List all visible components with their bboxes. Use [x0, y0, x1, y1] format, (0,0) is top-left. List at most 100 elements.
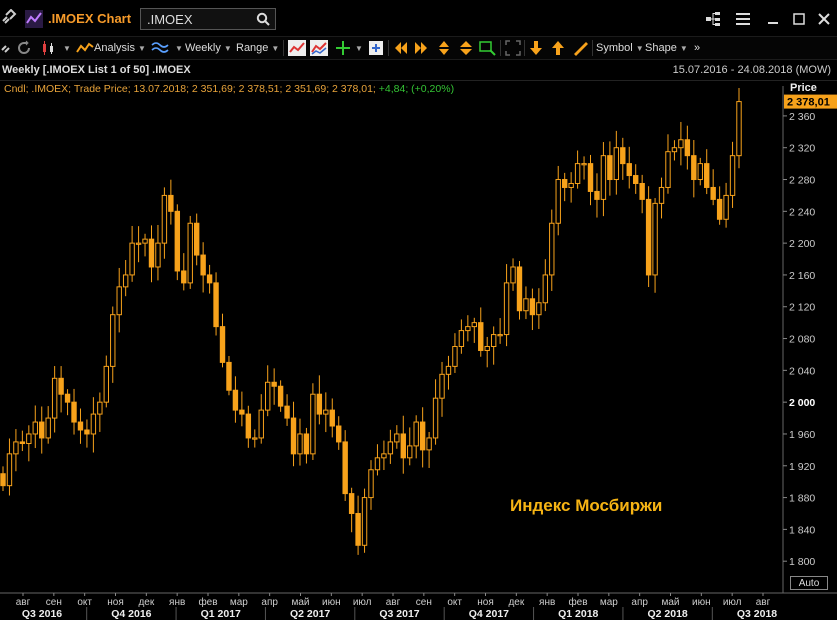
candle-body	[587, 163, 594, 192]
candle-body	[497, 334, 503, 337]
candle-body	[691, 155, 697, 181]
candle-body	[323, 409, 329, 415]
candle-body	[671, 147, 678, 153]
y-tick-label: 2 320	[789, 143, 815, 155]
candle-body	[329, 409, 335, 427]
candle-body	[381, 453, 387, 459]
y-tick-label: 2 160	[789, 270, 815, 282]
candle-body	[613, 147, 620, 181]
candle-body	[607, 155, 613, 181]
y-tick-label: 2 000	[789, 397, 815, 409]
candle-body	[581, 163, 587, 166]
candle-body	[555, 179, 561, 224]
month-label: мар	[600, 597, 618, 608]
quarter-label: Q4 2016	[111, 608, 151, 620]
candle-body	[232, 389, 239, 411]
month-label: фев	[568, 596, 587, 608]
candle-body	[84, 429, 90, 435]
candle-body	[277, 385, 284, 407]
candle-body	[200, 254, 206, 276]
candle-body	[626, 163, 632, 177]
candle-body	[303, 433, 310, 455]
candle-body	[484, 346, 490, 351]
candle-body	[39, 421, 45, 439]
quarter-label: Q4 2017	[469, 608, 509, 620]
candle-body	[148, 238, 155, 268]
candle-body	[174, 210, 181, 272]
auto-scale-button[interactable]: Auto	[790, 576, 828, 590]
quarter-label: Q1 2017	[201, 608, 241, 620]
y-tick-label: 2 040	[789, 365, 815, 377]
month-label: апр	[261, 597, 278, 608]
month-label: сен	[416, 597, 432, 608]
candle-body	[426, 437, 432, 451]
candle-body	[32, 421, 38, 435]
month-label: авг	[756, 597, 771, 608]
candle-body	[168, 194, 174, 212]
candle-body	[633, 175, 639, 184]
candle-body	[400, 433, 406, 459]
price-axis-title: Price	[790, 82, 817, 94]
candle-body	[684, 139, 691, 157]
candle-body	[0, 473, 6, 487]
legend-values: Cndl; .IMOEX; Trade Price; 13.07.2018; 2…	[4, 83, 376, 95]
candle-body	[265, 381, 271, 411]
month-label: май	[291, 597, 309, 608]
candle-body	[419, 421, 426, 451]
candle-body	[142, 238, 148, 244]
candle-body	[549, 222, 555, 276]
quarter-label: Q2 2017	[290, 608, 330, 620]
candle-body	[6, 453, 13, 487]
candle-body	[387, 441, 394, 455]
y-tick-label: 2 360	[789, 111, 815, 123]
candle-body	[600, 155, 607, 200]
candle-body	[704, 163, 710, 188]
candle-body	[503, 282, 510, 336]
candle-body	[374, 457, 381, 471]
y-tick-label: 1 840	[789, 524, 815, 536]
candle-body	[58, 377, 64, 395]
candle-body	[407, 445, 413, 459]
candle-body	[516, 266, 523, 312]
candle-body	[716, 198, 723, 220]
candle-body	[252, 437, 258, 440]
month-label: июн	[692, 597, 711, 608]
quarter-label: Q3 2018	[737, 608, 777, 620]
last-price-label: 2 378,01	[787, 97, 830, 109]
candle-body	[361, 497, 368, 546]
candle-body	[478, 322, 484, 351]
candle-body	[213, 282, 219, 328]
candle-body	[310, 393, 316, 455]
candle-body	[465, 326, 471, 332]
y-tick-label: 2 080	[789, 334, 815, 346]
month-label: ноя	[477, 597, 494, 608]
month-label: авг	[386, 597, 401, 608]
candle-body	[187, 222, 193, 284]
candle-body	[678, 139, 684, 149]
month-label: май	[661, 597, 679, 608]
month-label: фев	[198, 596, 217, 608]
candle-body	[594, 190, 600, 200]
candle-body	[510, 266, 516, 284]
candle-body	[574, 163, 581, 184]
series-legend: Cndl; .IMOEX; Trade Price; 13.07.2018; 2…	[4, 83, 454, 95]
candle-body	[620, 147, 626, 165]
y-tick-label: 2 240	[789, 206, 815, 218]
y-tick-label: 1 960	[789, 429, 815, 441]
candle-body	[206, 274, 213, 284]
candle-body	[284, 405, 290, 419]
candle-body	[135, 242, 142, 245]
month-label: дек	[138, 597, 154, 608]
candle-body	[316, 393, 323, 415]
month-label: окт	[447, 597, 462, 608]
month-label: июл	[723, 597, 742, 608]
candle-body	[193, 222, 200, 256]
candle-body	[336, 425, 342, 443]
candle-body	[271, 381, 277, 387]
candle-body	[64, 393, 71, 403]
candle-body	[239, 409, 245, 415]
candle-body	[432, 397, 439, 439]
quarter-label: Q2 2018	[647, 608, 687, 620]
candle-body	[658, 186, 665, 204]
candle-body	[439, 373, 445, 399]
